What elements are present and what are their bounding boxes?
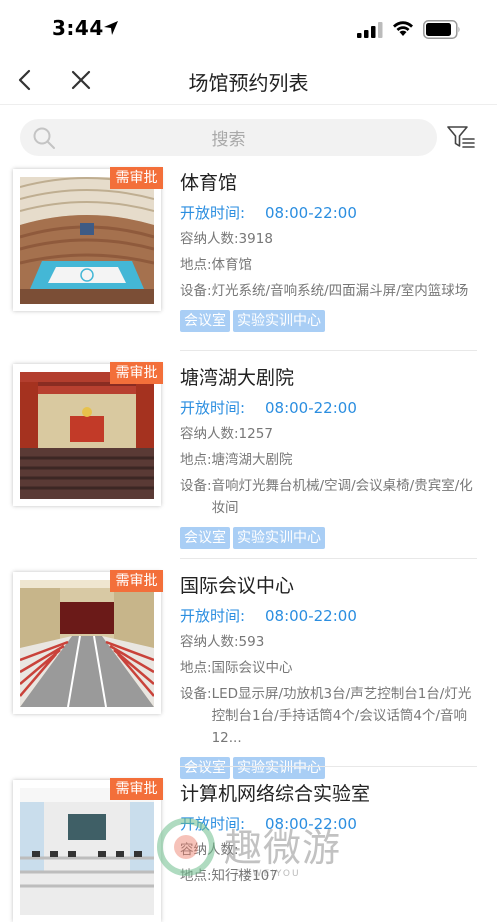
venue-thumbnail-frame: 需审批 xyxy=(13,362,163,506)
tag-training-center: 实验实训中心 xyxy=(233,757,325,779)
venue-info: 国际会议中心 开放时间: 08:00-22:00 容纳人数:593 地点:国际会议… xyxy=(180,572,480,779)
watermark-text: 趣微游 xyxy=(224,826,342,870)
tag-training-center: 实验实训中心 xyxy=(233,527,325,549)
venue-photo-lab xyxy=(20,788,154,915)
status-bar: 3:44 xyxy=(0,0,497,58)
search-placeholder: 搜索 xyxy=(211,130,246,150)
venue-thumbnail-frame: 需审批 xyxy=(13,570,163,714)
hours-value: 08:00-22:00 xyxy=(265,204,357,222)
venue-capacity: 容纳人数:593 xyxy=(180,634,265,650)
hours-value: 08:00-22:00 xyxy=(265,399,357,417)
venue-capacity: 容纳人数:3918 xyxy=(180,231,273,247)
nav-bar: 场馆预约列表 xyxy=(0,58,497,105)
watermark: 趣微游 QUWEIYOU xyxy=(150,815,350,881)
equipment-value: 音响灯光舞台机械/空调/会议桌椅/贵宾室/化妆间 xyxy=(211,478,473,516)
hours-label: 开放时间: xyxy=(180,607,246,625)
venue-equipment: 设备: 灯光系统/音响系统/四面漏斗屏/室内篮球场 xyxy=(180,280,480,302)
hours-value: 08:00-22:00 xyxy=(265,607,357,625)
venue-name: 体育馆 xyxy=(180,172,238,194)
venue-hours: 开放时间: 08:00-22:00 xyxy=(180,605,480,627)
venue-info: 体育馆 开放时间: 08:00-22:00 容纳人数:3918 地点:体育馆 设备… xyxy=(180,169,480,332)
venue-name: 国际会议中心 xyxy=(180,575,295,597)
venue-card[interactable]: 需审批 塘湾湖大剧院 开放时间: 08:00-22:00 容纳人数:1257 地点… xyxy=(0,362,497,549)
tag-meeting-room: 会议室 xyxy=(180,527,230,549)
hours-label: 开放时间: xyxy=(180,204,246,222)
page-title: 场馆预约列表 xyxy=(188,71,309,95)
search-input[interactable]: 搜索 xyxy=(20,119,437,156)
filter-icon[interactable] xyxy=(446,124,476,150)
wifi-icon xyxy=(393,21,413,36)
battery-icon xyxy=(423,20,460,39)
watermark-subtext: QUWEIYOU xyxy=(235,869,301,879)
venue-equipment: 设备: 音响灯光舞台机械/空调/会议桌椅/贵宾室/化妆间 xyxy=(180,475,480,519)
status-time: 3:44 xyxy=(52,16,104,40)
venue-thumbnail-frame: 需审批 xyxy=(13,778,163,922)
venue-tags: 会议室 实验实训中心 xyxy=(180,310,480,332)
equipment-value: 灯光系统/音响系统/四面漏斗屏/室内篮球场 xyxy=(211,283,469,299)
venue-equipment: 设备: LED显示屏/功放机3台/声艺控制台1台/灯光控制台1台/手持话筒4个/会… xyxy=(180,683,480,749)
equipment-label: 设备: xyxy=(180,478,212,494)
approval-badge: 需审批 xyxy=(110,167,163,189)
venue-capacity: 容纳人数:1257 xyxy=(180,426,273,442)
venue-location: 地点:国际会议中心 xyxy=(180,660,293,676)
equipment-label: 设备: xyxy=(180,686,212,702)
venue-location: 地点:体育馆 xyxy=(180,257,253,273)
location-arrow-icon xyxy=(104,21,118,35)
venue-hours: 开放时间: 08:00-22:00 xyxy=(180,202,480,224)
approval-badge: 需审批 xyxy=(110,570,163,592)
venue-location: 地点:塘湾湖大剧院 xyxy=(180,452,293,468)
cellular-signal-icon xyxy=(357,22,383,38)
tag-training-center: 实验实训中心 xyxy=(233,310,325,332)
hours-label: 开放时间: xyxy=(180,399,246,417)
venue-photo-gym xyxy=(20,177,154,304)
venue-name: 塘湾湖大剧院 xyxy=(180,367,295,389)
tag-meeting-room: 会议室 xyxy=(180,310,230,332)
tag-meeting-room: 会议室 xyxy=(180,757,230,779)
equipment-label: 设备: xyxy=(180,283,212,299)
venue-hours: 开放时间: 08:00-22:00 xyxy=(180,397,480,419)
venue-info: 塘湾湖大剧院 开放时间: 08:00-22:00 容纳人数:1257 地点:塘湾湖… xyxy=(180,364,480,549)
venue-tags: 会议室 实验实训中心 xyxy=(180,757,480,779)
venue-card[interactable]: 需审批 国际会议中心 开放时间: 08:00-22:00 容纳人数:593 地点:… xyxy=(0,570,497,779)
approval-badge: 需审批 xyxy=(110,778,163,800)
divider xyxy=(180,558,477,559)
watermark-logo-icon xyxy=(157,818,215,876)
venue-thumbnail-frame: 需审批 xyxy=(13,167,163,311)
equipment-value: LED显示屏/功放机3台/声艺控制台1台/灯光控制台1台/手持话筒4个/会议话筒… xyxy=(211,686,472,746)
venue-tags: 会议室 实验实训中心 xyxy=(180,527,480,549)
venue-name: 计算机网络综合实验室 xyxy=(180,783,371,805)
divider xyxy=(180,766,477,767)
divider xyxy=(180,350,477,351)
venue-photo-theater xyxy=(20,372,154,499)
venue-card[interactable]: 需审批 体育馆 开放时间: 08:00-22:00 容纳人数:3918 地点:体育… xyxy=(0,167,497,332)
venue-photo-conference xyxy=(20,580,154,707)
approval-badge: 需审批 xyxy=(110,362,163,384)
